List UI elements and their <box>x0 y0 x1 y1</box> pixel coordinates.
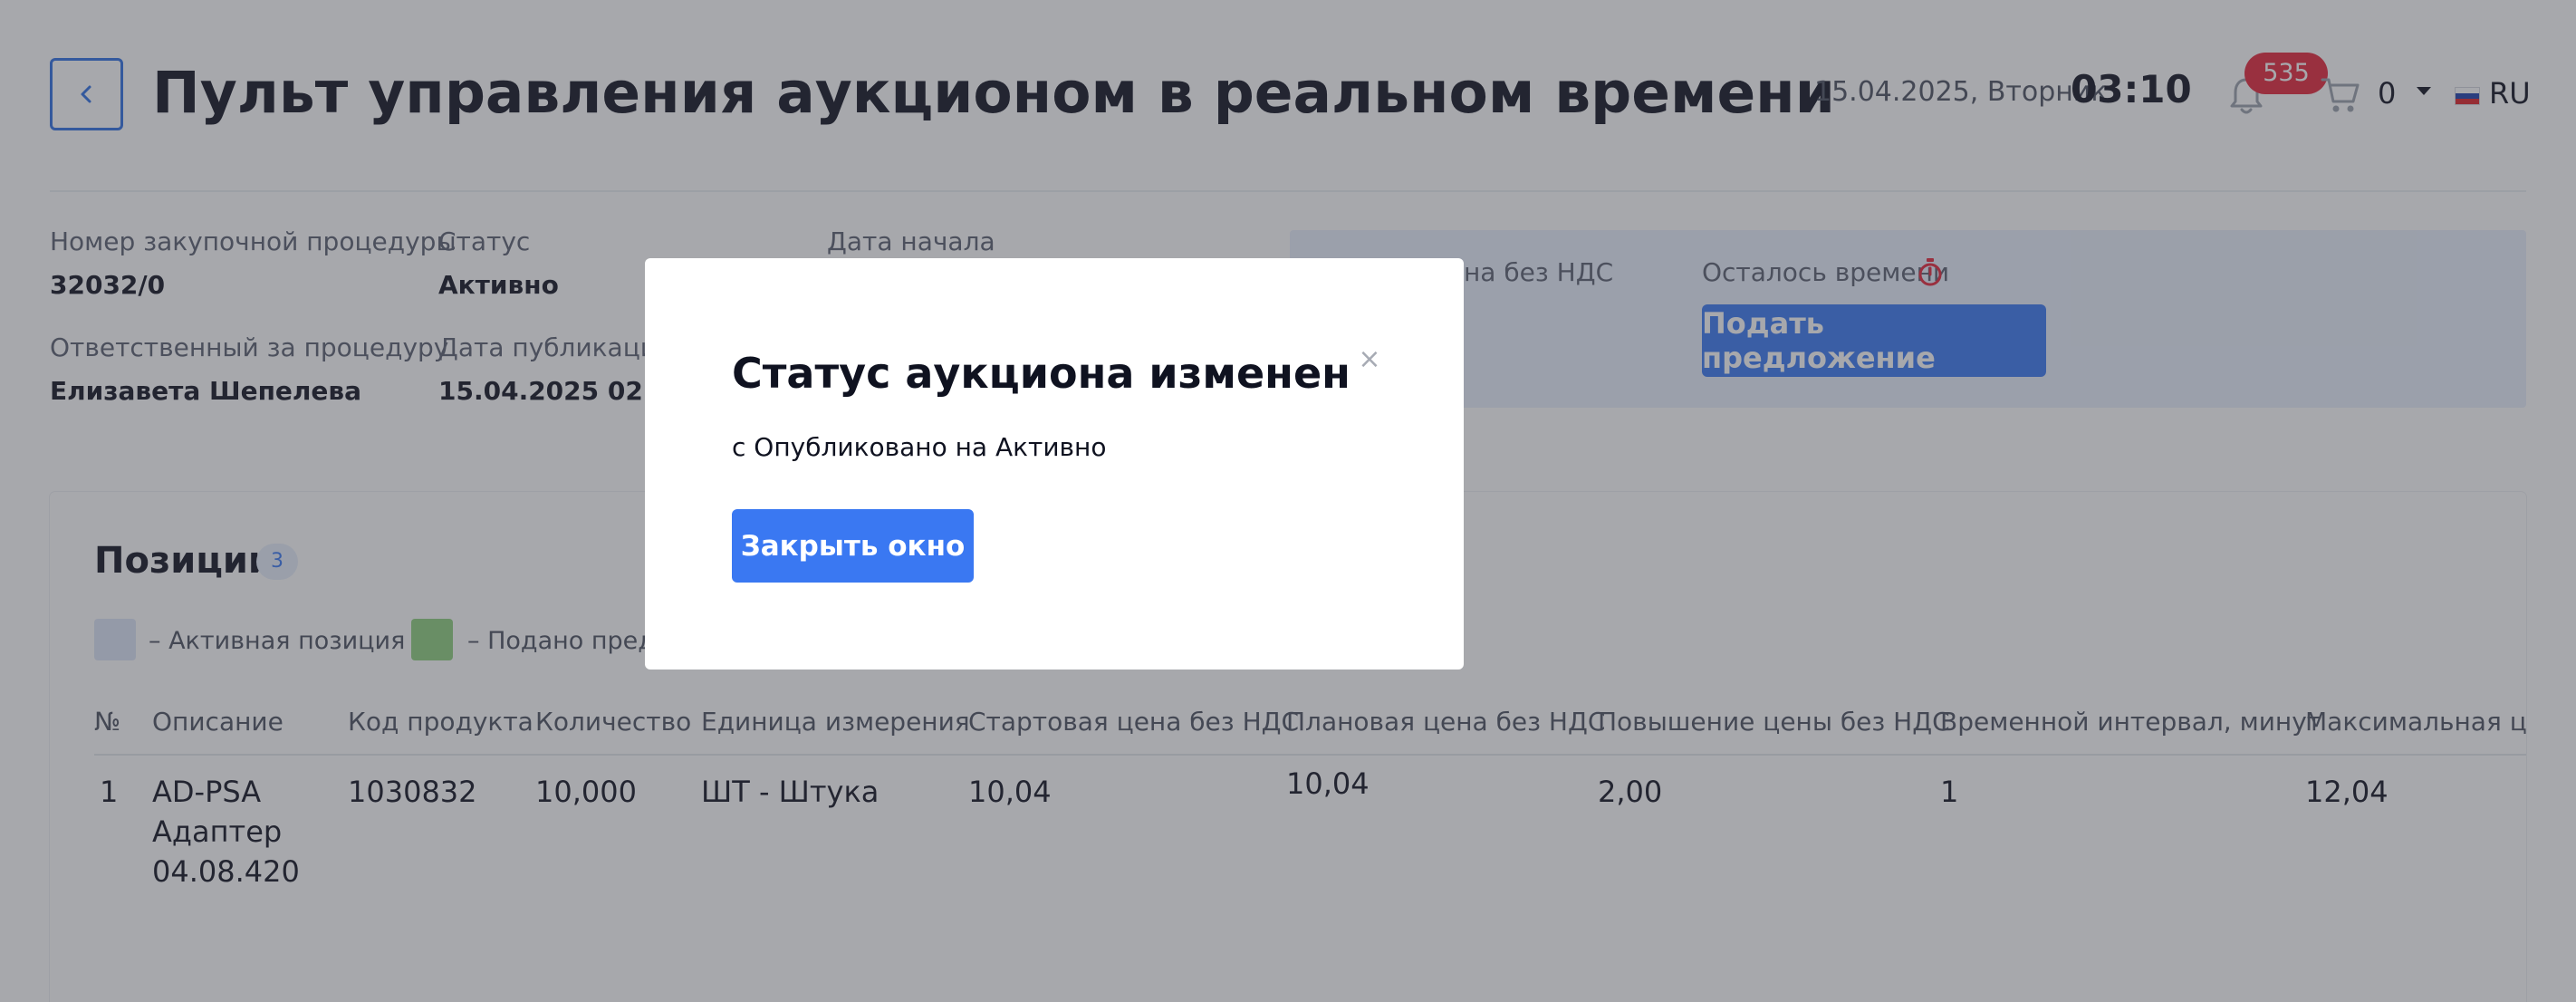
close-window-button[interactable]: Закрыть окно <box>732 509 974 583</box>
close-icon[interactable]: × <box>1351 342 1388 378</box>
modal-message: с Опубликовано на Активно <box>732 432 1107 462</box>
modal-title: Статус аукциона изменен <box>732 349 1350 398</box>
status-changed-modal: Статус аукциона изменен × с Опубликовано… <box>645 258 1464 670</box>
